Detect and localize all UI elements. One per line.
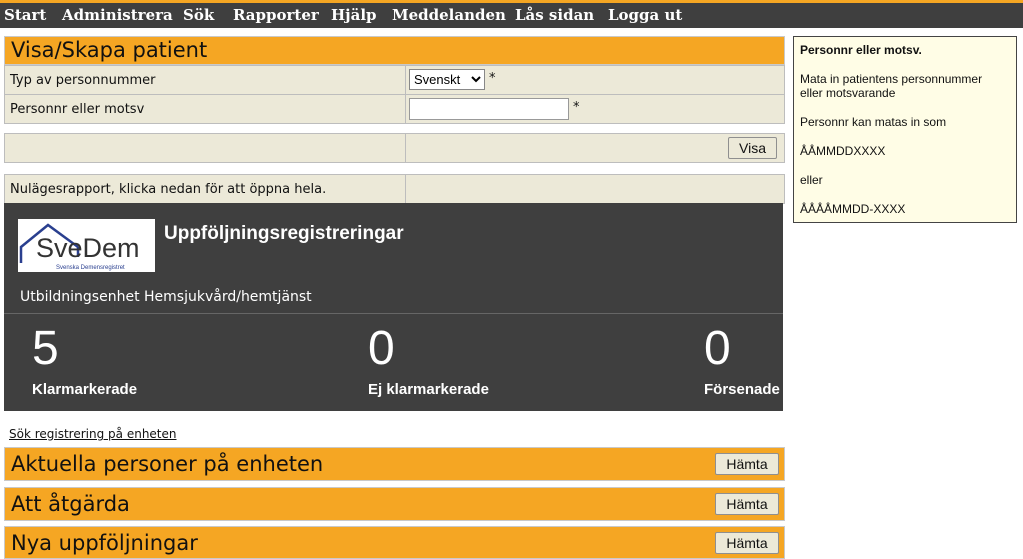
cell-divider [405,95,406,123]
status-report-text: Nulägesrapport, klicka nedan för att öpp… [10,182,327,197]
help-panel: Personnr eller motsv. Mata in patientens… [793,36,1017,223]
nav-meddelanden[interactable]: Meddelanden [392,6,506,24]
dashboard-divider [4,313,783,314]
personnummer-input[interactable] [409,98,569,120]
personnummer-type-select[interactable]: Svenskt [409,69,485,90]
help-text-line: Personnr kan matas in som [800,115,947,129]
cell-divider [405,134,406,162]
svedem-logo-graphic: SveDem Svenska Demensregistret [19,223,140,271]
personnummer-type-row: Typ av personnummer Svenskt * [4,65,785,95]
help-text-line: Mata in patientens personnummer [800,72,983,86]
required-mark: * [489,71,496,86]
stat-klarmarkerade-value[interactable]: 5 [32,321,59,376]
stat-forsenade-label[interactable]: Försenade [704,381,780,398]
personnummer-row: Personnr eller motsv * [4,94,785,124]
nav-logga-ut[interactable]: Logga ut [608,6,682,24]
nav-start[interactable]: Start [4,6,46,24]
help-text-line: ÅÅMMDDXXXX [800,144,886,158]
dashboard-title: Uppföljningsregistreringar [164,223,404,244]
followup-dashboard: SveDem Svenska Demensregistret Uppföljni… [4,203,783,411]
logo-text: SveDem [36,233,140,263]
visa-button[interactable]: Visa [728,137,777,159]
nav-las-sidan[interactable]: Lås sidan [515,6,594,24]
cell-divider [405,66,406,94]
nav-sok[interactable]: Sök [183,6,214,24]
nav-administrera[interactable]: Administrera [62,6,173,24]
hamta-button[interactable]: Hämta [715,532,779,554]
help-heading: Personnr eller motsv. [800,43,922,57]
nav-rapporter[interactable]: Rapporter [233,6,319,24]
personnummer-label: Personnr eller motsv [10,102,145,117]
status-report-row: Nulägesrapport, klicka nedan för att öpp… [4,174,785,204]
stat-klarmarkerade-label[interactable]: Klarmarkerade [32,381,137,398]
section-nya-uppfoljningar: Nya uppföljningar Hämta [4,526,785,559]
stat-ej-klarmarkerade-label[interactable]: Ej klarmarkerade [368,381,489,398]
stat-ej-klarmarkerade-value[interactable]: 0 [368,321,395,376]
hamta-button[interactable]: Hämta [715,493,779,515]
svedem-logo: SveDem Svenska Demensregistret [18,219,155,272]
required-mark: * [573,100,580,115]
top-navigation: Start Administrera Sök Rapporter Hjälp M… [0,0,1023,28]
cell-divider [405,175,406,203]
help-text-line: ÅÅÅÅMMDD-XXXX [800,202,906,216]
section-aktuella-personer: Aktuella personer på enheten Hämta [4,447,785,481]
logo-subtext: Svenska Demensregistret [56,265,125,271]
section-att-atgarda: Att åtgärda Hämta [4,487,785,521]
help-text-line: eller motsvarande [800,86,896,100]
section-title: Aktuella personer på enheten [11,452,324,476]
show-button-row: Visa [4,133,785,163]
patient-section-header: Visa/Skapa patient [4,36,785,65]
search-registration-link[interactable]: Sök registrering på enheten [9,427,177,441]
section-title: Nya uppföljningar [11,531,198,555]
patient-section-title: Visa/Skapa patient [11,38,208,62]
nav-hjalp[interactable]: Hjälp [331,6,377,24]
hamta-button[interactable]: Hämta [715,453,779,475]
stat-forsenade-value[interactable]: 0 [704,321,731,376]
help-text-line: eller [800,173,823,187]
section-title: Att åtgärda [11,492,130,516]
personnummer-type-label: Typ av personnummer [10,73,156,88]
unit-name: Utbildningsenhet Hemsjukvård/hemtjänst [20,289,312,305]
